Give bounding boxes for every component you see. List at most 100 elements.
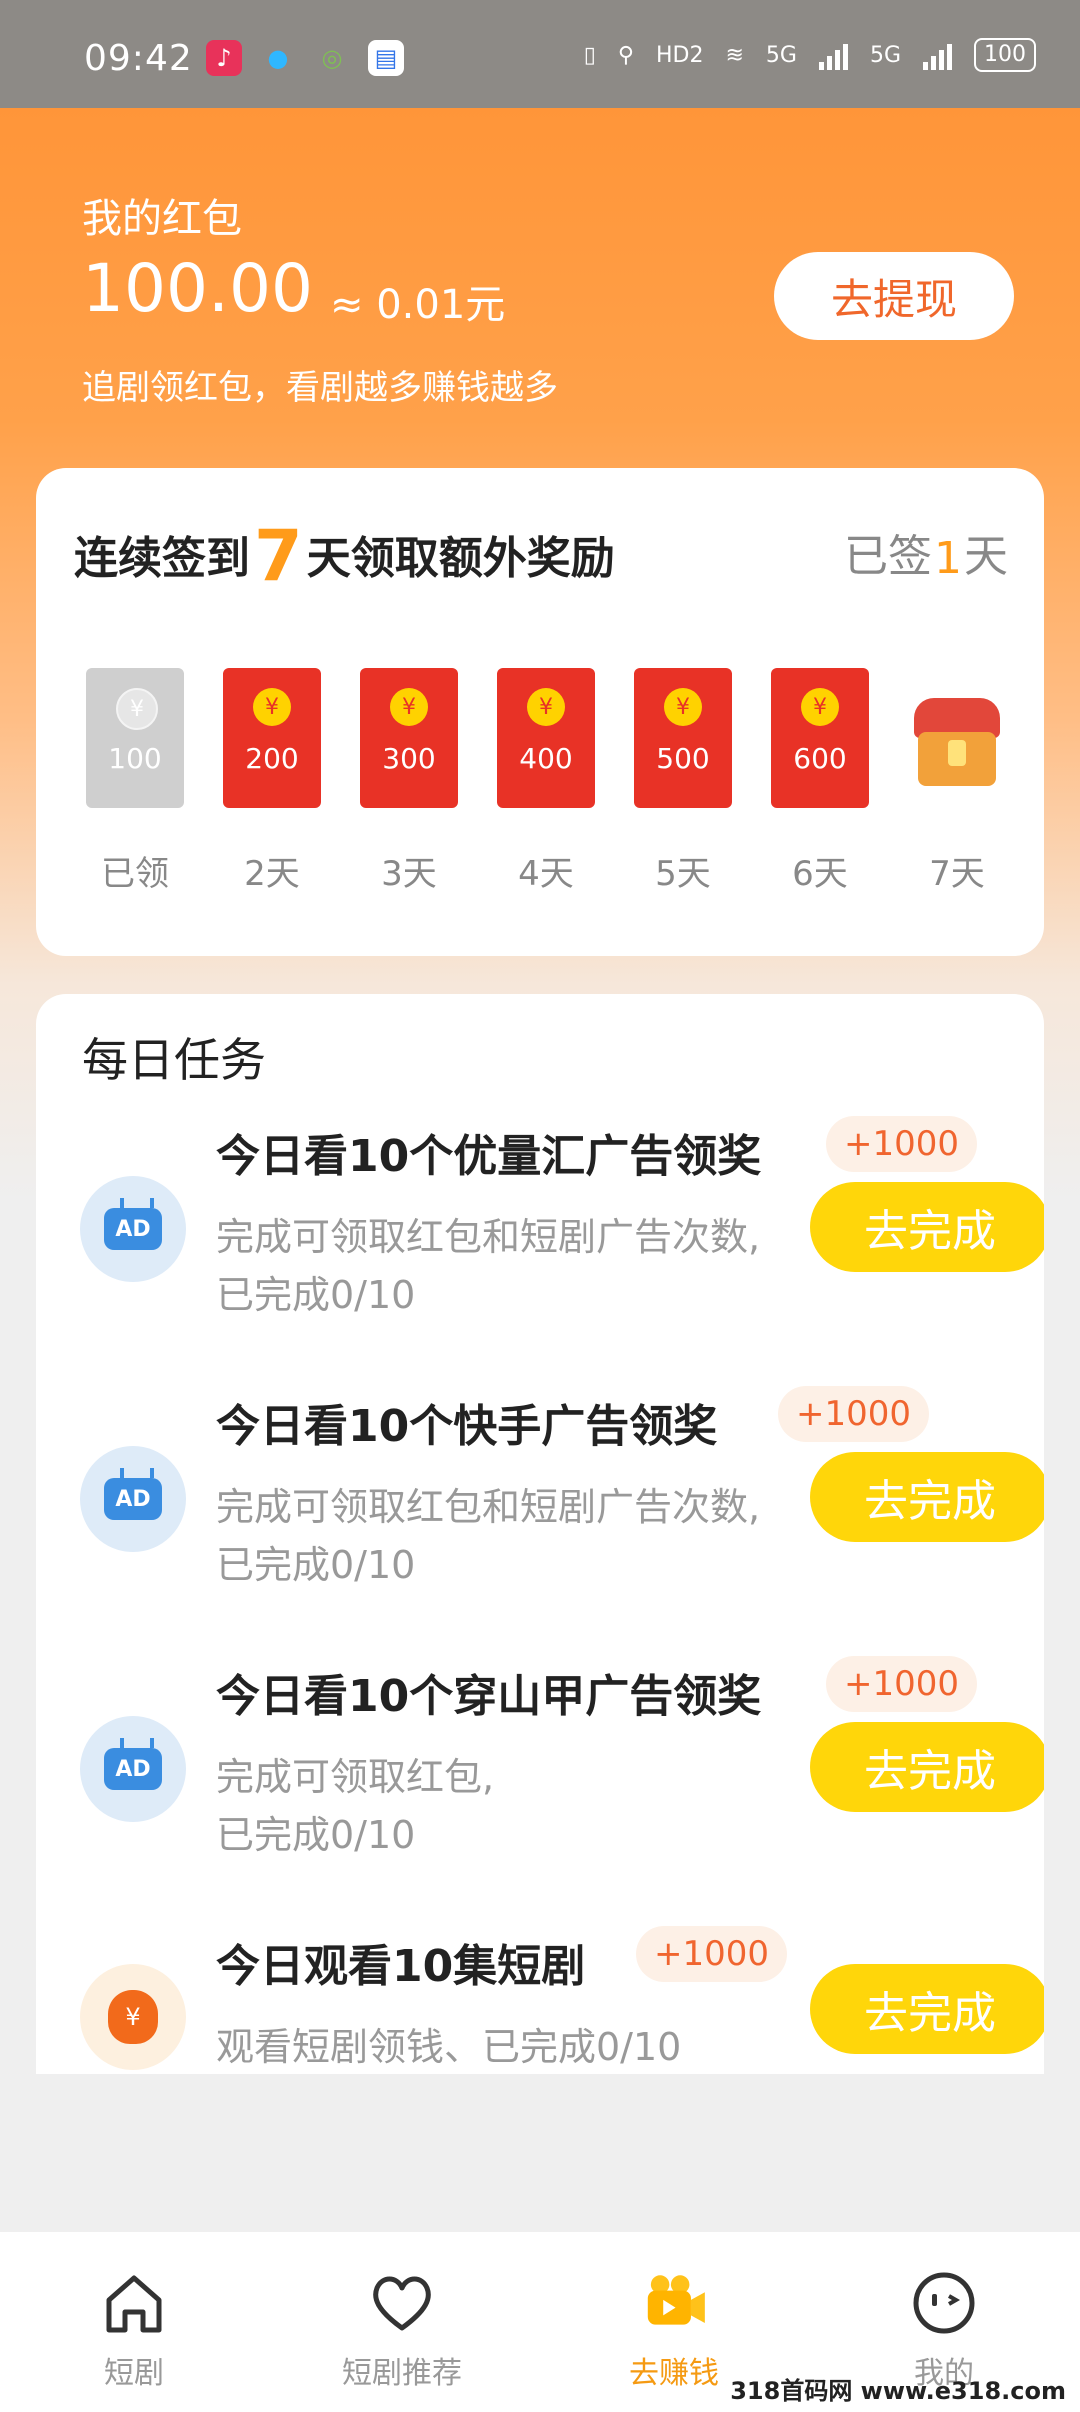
wallet-amount: 100.00 (82, 250, 313, 327)
task-bonus-badge: +1000 (826, 1656, 978, 1712)
reward-day-1[interactable]: ¥ 100 已领 (86, 668, 184, 895)
location-icon: ⚲ (617, 42, 634, 68)
reward-day-5[interactable]: ¥ 500 5天 (634, 668, 732, 895)
signed-days-count: 1 (934, 533, 962, 584)
task-progress: 已完成0/10 (216, 1813, 416, 1857)
signal-icon-1 (818, 40, 848, 70)
reward-day-3[interactable]: ¥ 300 3天 (360, 668, 458, 895)
face-icon (907, 2266, 981, 2340)
sign-in-title-days: 7 (254, 515, 303, 597)
signed-days-status: 已签 1 天 (844, 520, 1008, 584)
heart-icon (365, 2266, 439, 2340)
task-bonus-badge: +1000 (826, 1116, 978, 1172)
task-desc-line-1: 完成可领取红包和短剧广告次数, (216, 1485, 761, 1529)
ad-tv-icon: AD (80, 1176, 186, 1282)
daily-tasks-heading: 每日任务 (82, 1033, 266, 1087)
task-description: 观看短剧领钱、已完成0/10 (216, 2018, 856, 2074)
withdraw-button[interactable]: 去提现 (774, 252, 1014, 340)
task-title: 今日看10个穿山甲广告领奖 (216, 1671, 762, 1722)
reward-day-4[interactable]: ¥ 400 4天 (497, 668, 595, 895)
coin-icon: ¥ (253, 688, 291, 726)
task-item-3: AD 今日看10个穿山甲广告领奖 +1000 完成可领取红包, 已完成0/10 … (36, 1654, 1044, 1924)
coin-icon: ¥ (527, 688, 565, 726)
sign-in-title-prefix: 连续签到 (74, 533, 250, 584)
daily-tasks-card: 每日任务 AD 今日看10个优量汇广告领奖 +1000 完成可领取红包和短剧广告… (36, 994, 1044, 2074)
reward-day-label: 2天 (244, 854, 300, 894)
task-go-complete-button[interactable]: 去完成 (810, 1182, 1044, 1272)
reward-row: ¥ 100 已领 ¥ 200 2天 ¥ 300 3天 ¥ 400 4天 ¥ 50… (86, 668, 1046, 894)
task-title: 今日看10个优量汇广告领奖 (216, 1131, 762, 1182)
sign-in-title: 连续签到 7 天领取额外奖励 (74, 515, 615, 597)
wifi-icon: ≋ (725, 42, 744, 68)
task-desc-line-1: 观看短剧领钱、已完成0/10 (216, 2025, 682, 2069)
signed-suffix: 天 (964, 531, 1008, 582)
status-time: 09:42 (84, 38, 193, 79)
wallet-title: 我的红包 (82, 196, 242, 242)
ring-app-icon: ◎ (321, 44, 343, 72)
task-item-4: ¥ 今日观看10集短剧 +1000 观看短剧领钱、已完成0/10 去完成 (36, 1924, 1044, 2074)
task-progress: 已完成0/10 (216, 1273, 416, 1317)
nav-label: 短剧推荐 (342, 2356, 462, 2391)
red-envelope-icon: ¥ 500 (634, 668, 732, 808)
task-desc-line-1: 完成可领取红包和短剧广告次数, (216, 1215, 761, 1259)
task-go-complete-button[interactable]: 去完成 (810, 1722, 1044, 1812)
signal-icon-2 (923, 40, 952, 70)
reward-amount: 600 (793, 742, 847, 775)
status-indicators: ▯ ⚲ HD2 ≋ 5G 5G 100 (584, 38, 1036, 72)
task-description: 完成可领取红包和短剧广告次数, 已完成0/10 (216, 1208, 856, 1324)
home-icon (97, 2266, 171, 2340)
bottom-nav: 短剧 短剧推荐 去赚钱 我的 318首码网 www.e318.com (0, 2232, 1080, 2412)
reward-day-label: 已领 (101, 854, 169, 894)
coin-icon: ¥ (664, 688, 702, 726)
treasure-chest-icon (908, 668, 1006, 808)
reward-amount: 400 (519, 742, 573, 775)
reward-day-label: 5天 (655, 854, 711, 894)
task-description: 完成可领取红包和短剧广告次数, 已完成0/10 (216, 1478, 856, 1594)
task-bonus-badge: +1000 (778, 1386, 930, 1442)
hd-label: HD2 (655, 42, 704, 68)
red-envelope-icon: ¥ 400 (497, 668, 595, 808)
reward-day-label: 7天 (929, 854, 985, 894)
reward-day-7[interactable]: 7天 (908, 668, 1006, 895)
reward-amount: 500 (656, 742, 710, 775)
reward-day-label: 3天 (381, 854, 437, 894)
sign-in-card: 连续签到 7 天领取额外奖励 已签 1 天 ¥ 100 已领 ¥ 200 2天 … (36, 468, 1044, 956)
red-envelope-icon: ¥ 300 (360, 668, 458, 808)
qq-app-icon: ● (267, 44, 289, 72)
task-item-2: AD 今日看10个快手广告领奖 +1000 完成可领取红包和短剧广告次数, 已完… (36, 1384, 1044, 1654)
status-app-icons: ♪ ● ◎ ▤ (206, 40, 404, 76)
task-go-complete-button[interactable]: 去完成 (810, 1964, 1044, 2054)
nav-label: 短剧 (104, 2356, 164, 2391)
status-bar: 09:42 ♪ ● ◎ ▤ ▯ ⚲ HD2 ≋ 5G 5G 100 (0, 0, 1080, 108)
reward-amount: 300 (382, 742, 436, 775)
nav-item-recommend[interactable]: 短剧推荐 (302, 2266, 502, 2392)
task-desc-line-1: 完成可领取红包, (216, 1755, 495, 1799)
red-envelope-icon: ¥ 200 (223, 668, 321, 808)
task-title: 今日观看10集短剧 (216, 1941, 586, 1992)
wallet-subtitle: 追剧领红包，看剧越多赚钱越多 (82, 368, 558, 408)
coin-icon: ¥ (801, 688, 839, 726)
reward-amount: 100 (108, 742, 162, 775)
network-5g-label-1: 5G (765, 42, 797, 68)
watermark: 318首码网 www.e318.com (730, 2377, 1066, 2405)
ad-tv-icon: AD (80, 1446, 186, 1552)
task-go-complete-button[interactable]: 去完成 (810, 1452, 1044, 1542)
reward-day-6[interactable]: ¥ 600 6天 (771, 668, 869, 895)
reward-day-2[interactable]: ¥ 200 2天 (223, 668, 321, 895)
task-description: 完成可领取红包, 已完成0/10 (216, 1748, 856, 1864)
nav-item-short-drama[interactable]: 短剧 (34, 2266, 234, 2392)
reward-day-label: 4天 (518, 854, 574, 894)
task-title: 今日看10个快手广告领奖 (216, 1401, 718, 1452)
task-item-1: AD 今日看10个优量汇广告领奖 +1000 完成可领取红包和短剧广告次数, 已… (36, 1114, 1044, 1384)
wallet-approx-value: ≈ 0.01元 (330, 282, 506, 328)
vibrate-icon: ▯ (583, 42, 596, 68)
coin-icon: ¥ (116, 688, 158, 730)
video-camera-icon (637, 2266, 711, 2340)
reward-day-label: 6天 (792, 854, 848, 894)
signed-prefix: 已签 (844, 531, 932, 582)
red-envelope-icon: ¥ 600 (771, 668, 869, 808)
ad-tv-icon: AD (80, 1716, 186, 1822)
wallet-app-icon: ▤ (368, 40, 404, 76)
money-bag-icon: ¥ (80, 1964, 186, 2070)
reward-amount: 200 (245, 742, 299, 775)
